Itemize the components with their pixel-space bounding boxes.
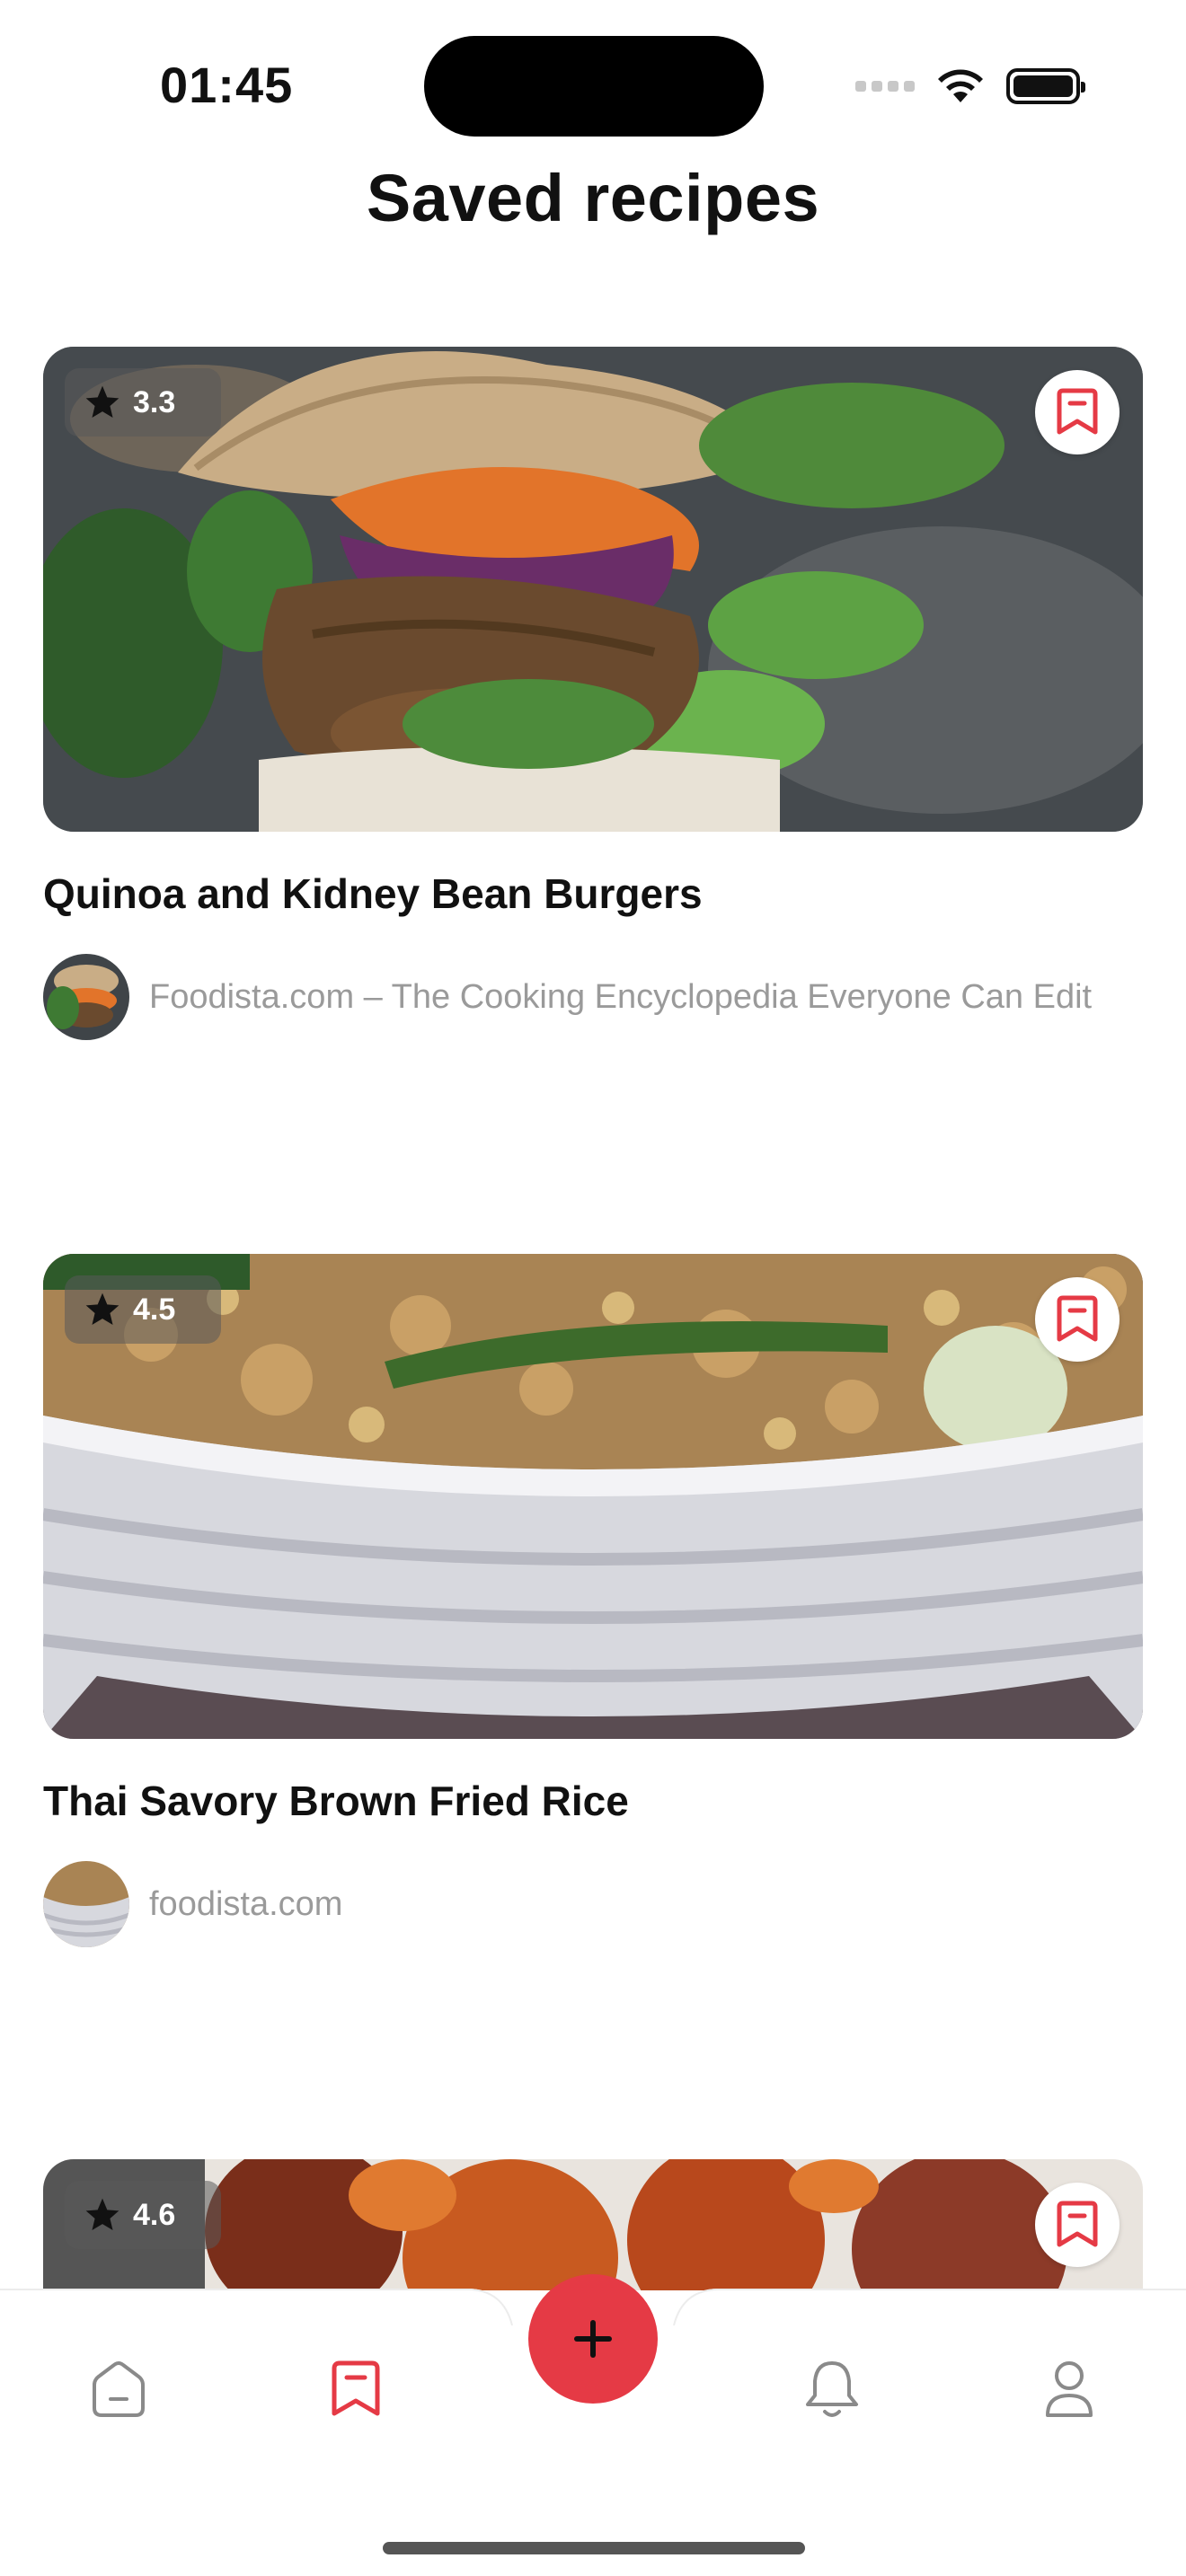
rating-value: 4.6 [133,2197,176,2232]
page-title: Saved recipes [366,161,820,235]
status-icons [855,63,1085,110]
profile-icon [1046,2361,1093,2417]
home-icon [93,2361,145,2417]
status-time: 01:45 [160,57,294,113]
bookmark-icon [1057,1295,1098,1342]
bookmark-button[interactable] [1035,2183,1120,2267]
add-recipe-button[interactable] [528,2274,658,2404]
rating-badge: 4.5 [65,1275,221,1344]
add-icon [574,2320,612,2358]
nav-home[interactable] [83,2353,155,2425]
rating-value: 3.3 [133,384,176,419]
recipe-card[interactable]: 3.3 Quinoa and Kidney Bean Burgers Foodi… [43,347,1143,1040]
source-avatar [43,954,129,1040]
bookmark-icon [1057,388,1098,435]
bell-icon [806,2361,858,2417]
rating-badge: 4.6 [65,2181,221,2249]
nav-notifications[interactable] [796,2353,868,2425]
recipe-card[interactable]: 4.5 Thai Savory Brown Fried Rice foodist… [43,1254,1143,1947]
recipe-image[interactable]: 4.5 [43,1254,1143,1739]
recipe-card[interactable]: 4.6 [43,2159,1143,2290]
nav-saved[interactable] [320,2353,392,2425]
bookmark-button[interactable] [1035,370,1120,454]
cellular-signal-icon [855,81,915,92]
battery-icon [1006,68,1085,104]
bookmark-icon [332,2360,380,2416]
recipe-image[interactable]: 3.3 [43,347,1143,832]
wifi-icon [938,69,983,102]
recipe-title[interactable]: Thai Savory Brown Fried Rice [43,1777,1143,1825]
dynamic-island [424,36,764,137]
star-icon [85,2198,119,2231]
source-avatar [43,1861,129,1947]
rating-badge: 3.3 [65,368,221,437]
recipe-source[interactable]: Foodista.com – The Cooking Encyclopedia … [43,954,1143,1040]
nav-profile[interactable] [1033,2353,1105,2425]
star-icon [85,1292,119,1326]
source-name: foodista.com [149,1884,343,1923]
bookmark-icon [1057,2201,1098,2247]
recipe-image[interactable]: 4.6 [43,2159,1143,2290]
rating-value: 4.5 [133,1292,176,1327]
recipe-source[interactable]: foodista.com [43,1861,1143,1947]
home-indicator[interactable] [383,2542,805,2554]
recipe-title[interactable]: Quinoa and Kidney Bean Burgers [43,869,1143,918]
bookmark-button[interactable] [1035,1277,1120,1362]
star-icon [85,385,119,419]
source-name: Foodista.com – The Cooking Encyclopedia … [149,977,1093,1016]
